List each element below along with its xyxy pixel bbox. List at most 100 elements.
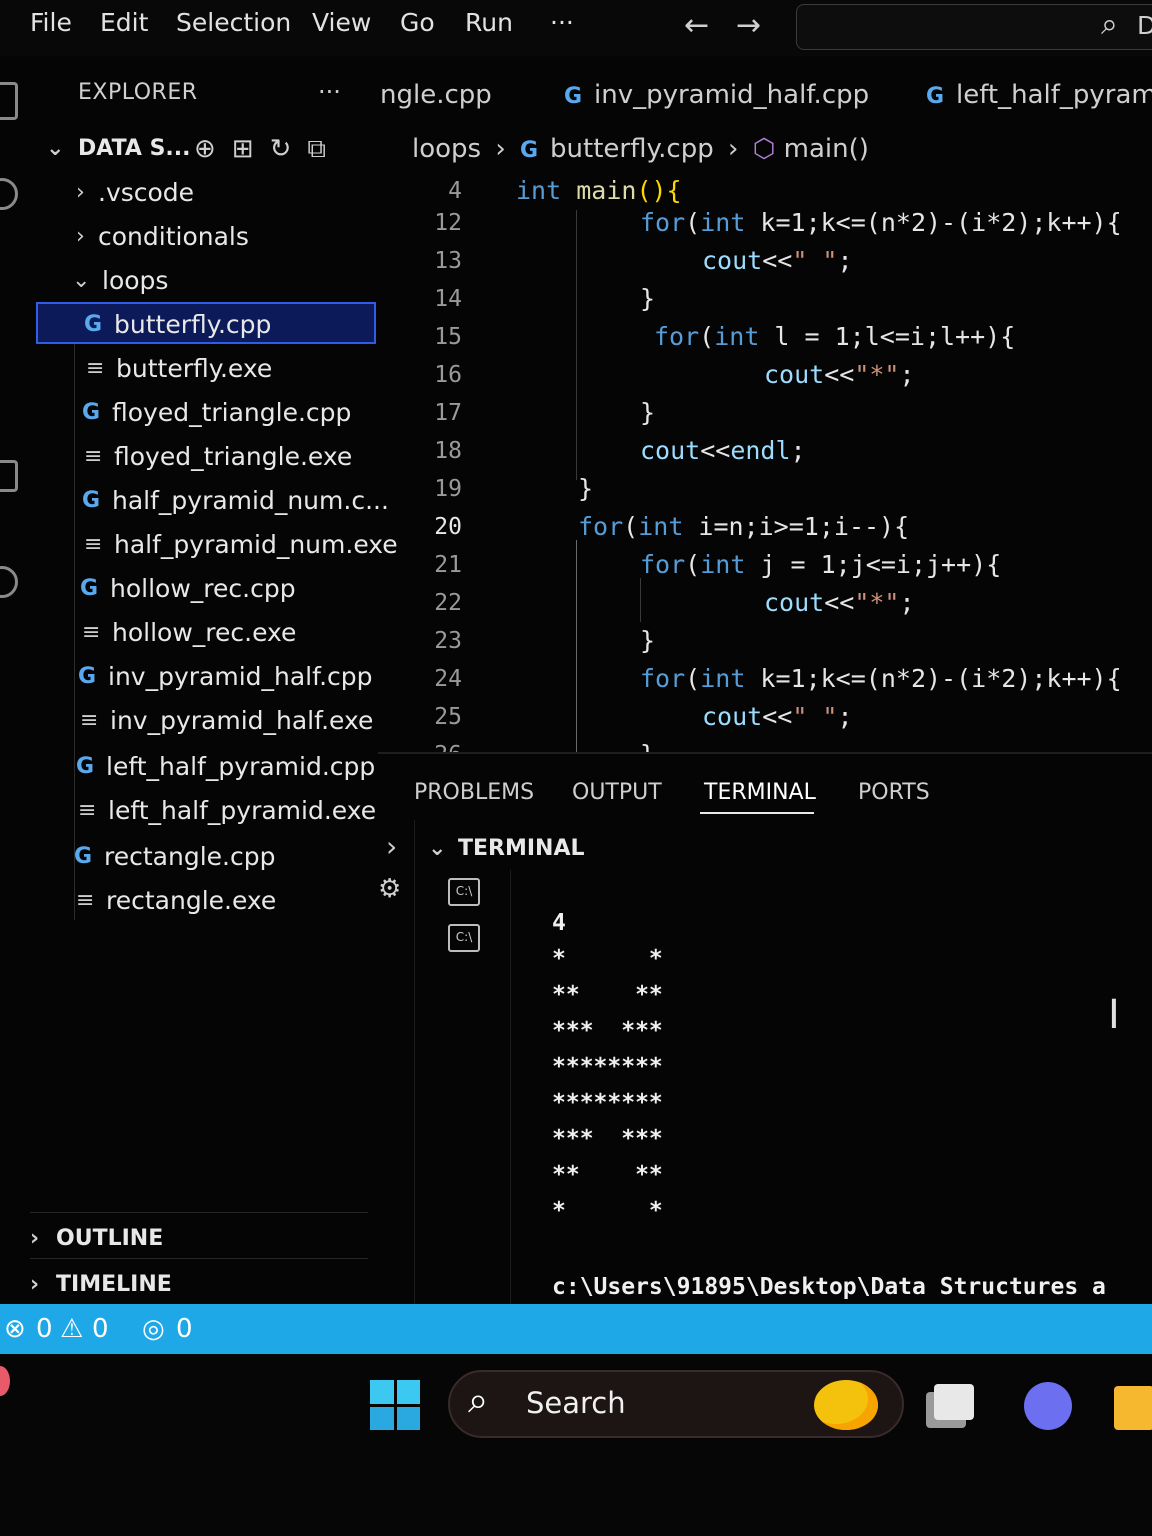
exe-file-icon: ≡ bbox=[84, 531, 103, 557]
new-file-icon[interactable]: ⊕ bbox=[194, 134, 232, 164]
workspace-root[interactable]: ⌄ DATA S... bbox=[46, 128, 190, 168]
sticky-code-line: int main(){ bbox=[516, 176, 682, 205]
tab-inv-pyramid-half[interactable]: Ginv_pyramid_half.cpp bbox=[564, 80, 869, 110]
sticky-line-number: 4 bbox=[448, 178, 462, 204]
file-item[interactable]: ≡ hollow_rec.exe bbox=[82, 612, 296, 652]
ports-count[interactable]: 0 bbox=[176, 1314, 193, 1344]
code-line: for(int i=n;i>=1;i--){ bbox=[578, 512, 910, 541]
terminal-line: *** *** bbox=[552, 1126, 663, 1152]
file-item[interactable]: Ghollow_rec.cpp bbox=[80, 568, 296, 608]
breadcrumb-file[interactable]: butterfly.cpp bbox=[550, 134, 714, 164]
menu-run[interactable]: Run bbox=[465, 8, 513, 37]
terminal-line: 4 bbox=[552, 910, 566, 936]
search-activity-icon[interactable] bbox=[0, 178, 18, 210]
menu-view[interactable]: View bbox=[312, 8, 371, 37]
back-arrow-icon[interactable]: ← bbox=[684, 8, 709, 43]
chevron-right-icon: › bbox=[76, 223, 85, 249]
tab-problems[interactable]: PROBLEMS bbox=[414, 780, 534, 805]
folder-vscode[interactable]: › .vscode bbox=[76, 172, 194, 212]
folder-conditionals[interactable]: › conditionals bbox=[76, 216, 249, 256]
terminal-instance-icon[interactable]: C:\ bbox=[448, 878, 480, 906]
windows-start-icon[interactable] bbox=[370, 1380, 420, 1430]
terminal-section-header[interactable]: ⌄ TERMINAL bbox=[428, 828, 585, 868]
file-item-label: rectangle.cpp bbox=[104, 841, 276, 871]
divider bbox=[30, 1212, 368, 1213]
forward-arrow-icon[interactable]: → bbox=[736, 8, 761, 43]
file-item-selected[interactable]: Gbutterfly.cpp bbox=[84, 304, 271, 344]
collapse-all-icon[interactable]: ⧉ bbox=[307, 134, 342, 164]
file-item[interactable]: ≡ rectangle.exe bbox=[76, 880, 276, 920]
file-item-label: inv_pyramid_half.exe bbox=[110, 705, 374, 735]
terminal-line: ** ** bbox=[552, 1162, 663, 1188]
file-item[interactable]: ≡ floyed_triangle.exe bbox=[84, 436, 352, 476]
menu-edit[interactable]: Edit bbox=[100, 8, 148, 37]
menu-file[interactable]: File bbox=[30, 8, 72, 37]
cpp-file-icon: G bbox=[74, 843, 93, 869]
error-icon[interactable]: ⊗ bbox=[4, 1314, 26, 1344]
code-line: for(int k=1;k<=(n*2)-(i*2);k++){ bbox=[640, 208, 1122, 237]
explorer-actions: ⊕⊞↻⧉ bbox=[194, 134, 342, 165]
panel-background bbox=[378, 754, 1152, 778]
file-item[interactable]: ≡ half_pyramid_num.exe bbox=[84, 524, 398, 564]
file-item[interactable]: Gleft_half_pyramid.cpp bbox=[76, 746, 375, 786]
timeline-section[interactable]: › TIMELINE bbox=[30, 1264, 172, 1304]
folder-loops[interactable]: ⌄ loops bbox=[72, 260, 168, 300]
code-line: } bbox=[578, 474, 594, 503]
exe-file-icon: ≡ bbox=[76, 887, 95, 913]
breadcrumb-symbol[interactable]: main() bbox=[784, 134, 869, 164]
menu-more[interactable]: ··· bbox=[550, 8, 574, 37]
file-item-label: rectangle.exe bbox=[106, 885, 277, 915]
debug-terminal-icon[interactable]: ⚙ bbox=[378, 874, 401, 904]
exe-file-icon: ≡ bbox=[84, 443, 103, 469]
new-folder-icon[interactable]: ⊞ bbox=[232, 134, 270, 164]
warning-count[interactable]: 0 bbox=[92, 1314, 109, 1344]
file-item[interactable]: Grectangle.cpp bbox=[74, 836, 275, 876]
chat-app-icon[interactable] bbox=[1024, 1382, 1072, 1430]
breadcrumb-folder[interactable]: loops bbox=[412, 134, 481, 164]
file-item-label: inv_pyramid_half.cpp bbox=[108, 661, 373, 691]
file-item[interactable]: Ginv_pyramid_half.cpp bbox=[78, 656, 373, 696]
account-icon[interactable] bbox=[0, 566, 18, 598]
refresh-icon[interactable]: ↻ bbox=[270, 134, 308, 164]
task-view-icon[interactable] bbox=[934, 1384, 974, 1420]
warning-icon[interactable]: ⚠ bbox=[60, 1314, 83, 1344]
line-number: 24 bbox=[434, 666, 462, 692]
code-line: for(int l = 1;l<=i;l++){ bbox=[654, 322, 1016, 351]
file-item-label: half_pyramid_num.c... bbox=[112, 485, 389, 515]
command-center[interactable]: ⌕ D bbox=[796, 4, 1152, 50]
tab-terminal[interactable]: TERMINAL bbox=[704, 780, 816, 805]
file-item-label: hollow_rec.cpp bbox=[110, 573, 296, 603]
terminal-instance-icon[interactable]: C:\ bbox=[448, 924, 480, 952]
file-item-label: hollow_rec.exe bbox=[112, 617, 297, 647]
exe-file-icon: ≡ bbox=[82, 619, 101, 645]
cpp-file-icon: G bbox=[82, 487, 101, 513]
exe-file-icon: ≡ bbox=[80, 707, 99, 733]
tab-left-half-pyramid[interactable]: Gleft_half_pyramic bbox=[926, 80, 1152, 110]
tab-triangle[interactable]: ngle.cpp bbox=[380, 80, 492, 110]
file-explorer-icon[interactable] bbox=[1114, 1386, 1152, 1430]
explorer-more-icon[interactable]: ··· bbox=[318, 78, 341, 106]
line-number: 19 bbox=[434, 476, 462, 502]
tab-output[interactable]: OUTPUT bbox=[572, 780, 662, 805]
extensions-icon[interactable] bbox=[0, 460, 18, 492]
menu-selection[interactable]: Selection bbox=[176, 8, 291, 37]
file-item-label: butterfly.cpp bbox=[114, 309, 272, 339]
file-item[interactable]: Gfloyed_triangle.cpp bbox=[82, 392, 351, 432]
chevron-right-icon[interactable]: › bbox=[386, 830, 397, 863]
error-count[interactable]: 0 bbox=[36, 1314, 53, 1344]
indent-guide bbox=[576, 210, 577, 480]
menu-go[interactable]: Go bbox=[400, 8, 435, 37]
line-number: 25 bbox=[434, 704, 462, 730]
file-item[interactable]: ≡ inv_pyramid_half.exe bbox=[80, 700, 373, 740]
terminal-line: *** *** bbox=[552, 1018, 663, 1044]
file-item[interactable]: Ghalf_pyramid_num.c... bbox=[82, 480, 389, 520]
file-item[interactable]: ≡ butterfly.exe bbox=[86, 348, 272, 388]
taskbar-search-label: Search bbox=[526, 1386, 626, 1420]
file-item[interactable]: ≡ left_half_pyramid.exe bbox=[78, 790, 376, 830]
files-icon[interactable] bbox=[0, 82, 18, 120]
indent-guide bbox=[576, 540, 577, 754]
taskbar-search[interactable]: ⌕ Search bbox=[448, 1370, 904, 1438]
tab-ports[interactable]: PORTS bbox=[858, 780, 930, 805]
outline-section[interactable]: › OUTLINE bbox=[30, 1218, 163, 1258]
ports-broadcast-icon[interactable]: ◎ bbox=[142, 1314, 165, 1344]
